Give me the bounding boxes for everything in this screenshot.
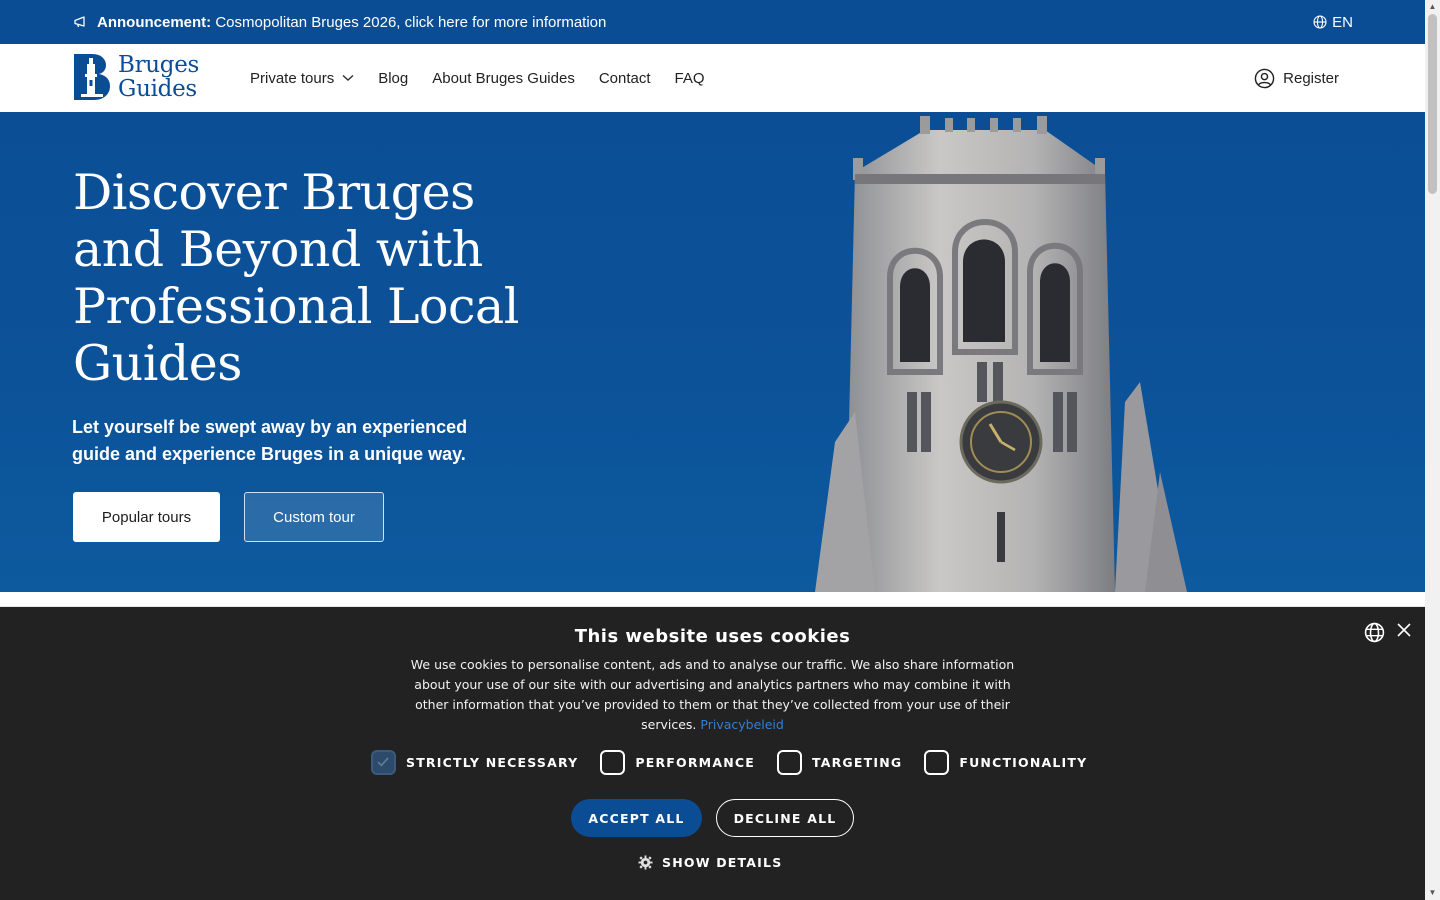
gear-icon xyxy=(638,855,653,870)
custom-tour-button[interactable]: Custom tour xyxy=(244,492,384,542)
register-label: Register xyxy=(1283,69,1339,87)
main-nav: Private tours Blog About Bruges Guides C… xyxy=(250,44,729,112)
scrollbar-thumb[interactable] xyxy=(1428,14,1437,194)
globe-icon xyxy=(1313,15,1327,29)
nav-label: About Bruges Guides xyxy=(432,69,575,87)
cookie-title: This website uses cookies xyxy=(574,626,851,647)
announcement-link[interactable]: Announcement: Cosmopolitan Bruges 2026, … xyxy=(73,0,606,44)
announcement-label: Announcement: xyxy=(97,13,212,31)
cookie-description: We use cookies to personalise content, a… xyxy=(410,655,1015,735)
checkbox[interactable] xyxy=(776,749,802,775)
hero-title: Discover Bruges and Beyond with Professi… xyxy=(73,164,519,392)
nav-contact[interactable]: Contact xyxy=(599,70,651,87)
cookie-banner: This website uses cookies We use cookies… xyxy=(0,607,1425,900)
accept-all-button[interactable]: ACCEPT ALL xyxy=(571,799,702,837)
announcement-text: Cosmopolitan Bruges 2026, click here for… xyxy=(211,13,607,31)
chevron-down-icon xyxy=(342,74,354,82)
scroll-down-arrow-icon[interactable]: ▼ xyxy=(1428,888,1437,898)
checkbox-checked[interactable] xyxy=(371,749,396,775)
announcement-bar: Announcement: Cosmopolitan Bruges 2026, … xyxy=(0,0,1425,44)
logo-line-2: Guides xyxy=(118,76,197,102)
nav-label: Blog xyxy=(378,69,409,87)
show-details-label: SHOW DETAILS xyxy=(662,855,783,870)
cookie-category-strictly-necessary[interactable]: STRICTLY NECESSARY xyxy=(371,749,579,775)
hero-subtitle: Let yourself be swept away by an experie… xyxy=(72,417,468,464)
checkbox[interactable] xyxy=(600,749,626,775)
checkbox[interactable] xyxy=(924,749,950,775)
globe-icon[interactable] xyxy=(1364,622,1385,643)
nav-label: FAQ xyxy=(674,69,705,87)
privacy-link[interactable]: Privacybeleid xyxy=(700,717,783,732)
nav-private-tours[interactable]: Private tours xyxy=(250,70,354,87)
content-strip xyxy=(0,592,1425,607)
cookie-category-functionality[interactable]: FUNCTIONALITY xyxy=(924,749,1088,775)
language-switcher[interactable]: EN xyxy=(1313,0,1353,44)
belfry-logo-icon xyxy=(74,54,110,100)
nav-about[interactable]: About Bruges Guides xyxy=(432,70,575,87)
category-label: STRICTLY NECESSARY xyxy=(406,754,579,770)
scroll-up-arrow-icon[interactable]: ▲ xyxy=(1428,2,1437,12)
nav-blog[interactable]: Blog xyxy=(378,70,408,87)
page-scrollbar[interactable]: ▲ ▼ xyxy=(1425,0,1440,900)
category-label: TARGETING xyxy=(811,754,903,770)
hero-section: Discover Bruges and Beyond with Professi… xyxy=(0,112,1425,592)
cookie-categories: STRICTLY NECESSARY PERFORMANCE TARGETING… xyxy=(371,749,1109,775)
cookie-category-performance[interactable]: PERFORMANCE xyxy=(600,749,755,775)
nav-label: Contact xyxy=(598,69,651,87)
popular-tours-button[interactable]: Popular tours xyxy=(73,492,220,542)
category-label: PERFORMANCE xyxy=(635,754,755,770)
cookie-actions: ACCEPT ALL DECLINE ALL xyxy=(571,799,854,837)
checkmark-icon xyxy=(377,756,389,767)
user-circle-icon xyxy=(1254,68,1275,88)
show-details-toggle[interactable]: SHOW DETAILS xyxy=(638,855,782,870)
category-label: FUNCTIONALITY xyxy=(959,754,1088,770)
site-header: Bruges Guides Private tours Blog About B… xyxy=(0,44,1425,112)
belfry-tower-image xyxy=(815,116,1187,592)
megaphone-icon xyxy=(74,16,85,28)
site-logo[interactable]: Bruges Guides xyxy=(72,52,199,102)
logo-line-1: Bruges xyxy=(118,52,200,78)
decline-all-button[interactable]: DECLINE ALL xyxy=(716,799,854,837)
nav-faq[interactable]: FAQ xyxy=(675,70,705,87)
register-link[interactable]: Register xyxy=(1254,44,1339,112)
close-icon[interactable] xyxy=(1397,623,1411,637)
cookie-category-targeting[interactable]: TARGETING xyxy=(776,749,903,775)
language-label: EN xyxy=(1332,13,1353,31)
nav-label: Private tours xyxy=(250,69,335,87)
